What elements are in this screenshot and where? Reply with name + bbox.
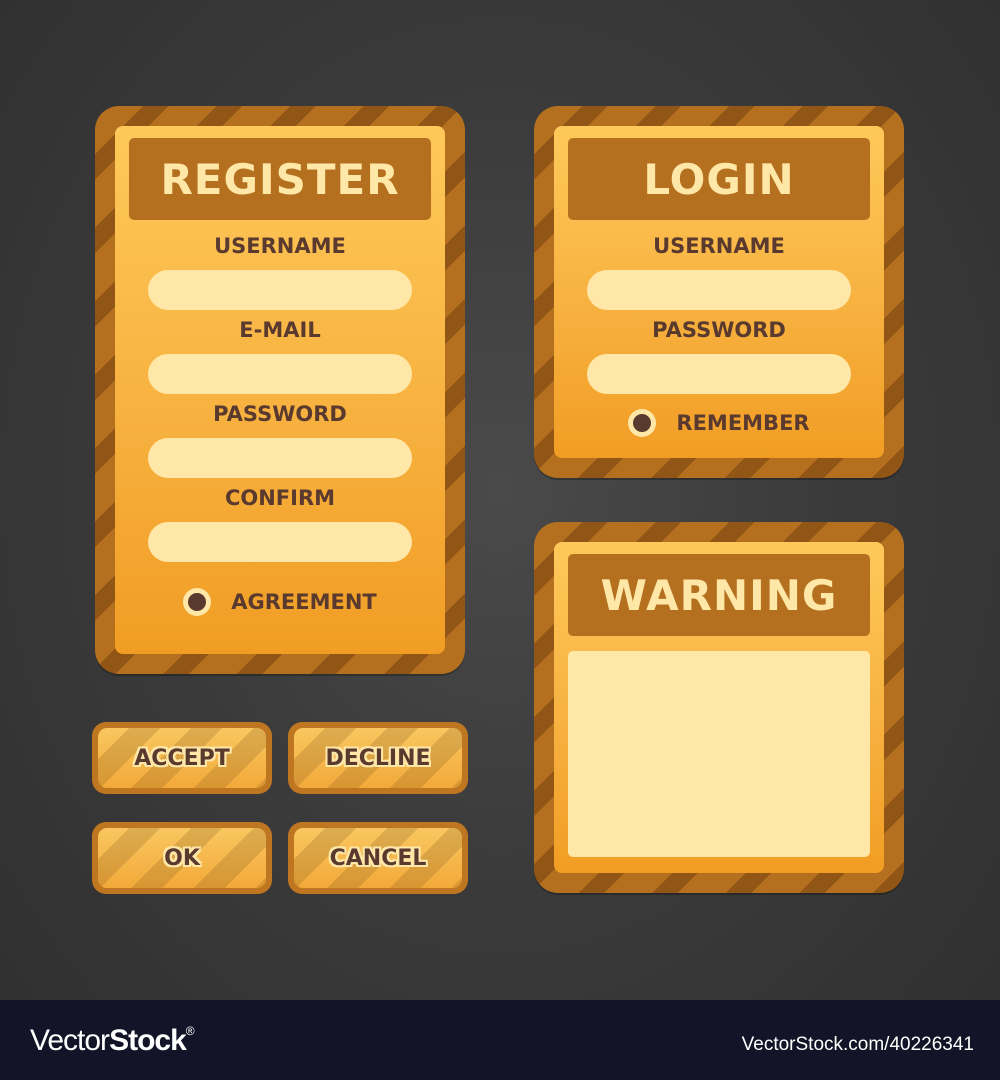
cancel-button[interactable]: CANCEL bbox=[288, 822, 468, 894]
image-url: VectorStock.com/40226341 bbox=[741, 1034, 974, 1055]
accept-button-face: ACCEPT bbox=[98, 728, 266, 788]
logo-light-text: Vector bbox=[30, 1024, 110, 1057]
watermark-footer: VectorStock® VectorStock.com/40226341 bbox=[0, 1000, 1000, 1080]
register-confirm-label: CONFIRM bbox=[224, 486, 336, 510]
login-panel-body: LOGIN USERNAME PASSWORD REMEMBER bbox=[554, 126, 884, 458]
ok-button[interactable]: OK bbox=[92, 822, 272, 894]
warning-title-bar: WARNING bbox=[568, 554, 870, 636]
agreement-radio[interactable] bbox=[183, 588, 212, 616]
login-title-bar: LOGIN bbox=[568, 138, 870, 220]
agreement-row: AGREEMENT bbox=[115, 588, 445, 616]
remember-radio[interactable] bbox=[628, 409, 657, 437]
ok-button-label: OK bbox=[164, 845, 200, 871]
remember-row: REMEMBER bbox=[554, 409, 884, 437]
register-username-input[interactable] bbox=[148, 270, 412, 310]
logo-bold-text: Stock bbox=[109, 1024, 187, 1057]
login-username-input[interactable] bbox=[587, 270, 851, 310]
register-panel: REGISTER USERNAME E-MAIL PASSWORD CONFIR… bbox=[95, 106, 465, 674]
register-panel-body: REGISTER USERNAME E-MAIL PASSWORD CONFIR… bbox=[115, 126, 445, 654]
registered-mark-icon: ® bbox=[185, 1024, 195, 1038]
cancel-button-label: CANCEL bbox=[329, 845, 427, 871]
login-password-label: PASSWORD bbox=[652, 318, 786, 342]
register-title-bar: REGISTER bbox=[129, 138, 431, 220]
warning-panel: WARNING bbox=[534, 522, 904, 893]
login-password-input[interactable] bbox=[587, 354, 851, 394]
login-title: LOGIN bbox=[643, 154, 795, 204]
register-confirm-input[interactable] bbox=[148, 522, 412, 562]
remember-label: REMEMBER bbox=[676, 411, 810, 435]
register-password-label: PASSWORD bbox=[213, 402, 347, 426]
warning-message-area bbox=[568, 651, 870, 857]
login-username-label: USERNAME bbox=[653, 234, 785, 258]
register-username-label: USERNAME bbox=[214, 234, 346, 258]
decline-button[interactable]: DECLINE bbox=[288, 722, 468, 794]
agreement-label: AGREEMENT bbox=[231, 590, 377, 614]
login-panel: LOGIN USERNAME PASSWORD REMEMBER bbox=[534, 106, 904, 478]
radio-dot-icon bbox=[188, 593, 207, 611]
accept-button-label: ACCEPT bbox=[134, 745, 230, 771]
vectorstock-logo: VectorStock® bbox=[30, 1024, 195, 1058]
register-password-input[interactable] bbox=[148, 438, 412, 478]
decline-button-face: DECLINE bbox=[294, 728, 462, 788]
radio-dot-icon bbox=[633, 414, 652, 432]
register-title: REGISTER bbox=[160, 154, 400, 204]
decline-button-label: DECLINE bbox=[325, 745, 431, 771]
ok-button-face: OK bbox=[98, 828, 266, 888]
register-email-label: E-MAIL bbox=[239, 318, 321, 342]
register-email-input[interactable] bbox=[148, 354, 412, 394]
cancel-button-face: CANCEL bbox=[294, 828, 462, 888]
warning-panel-body: WARNING bbox=[554, 542, 884, 873]
warning-title: WARNING bbox=[600, 570, 838, 620]
accept-button[interactable]: ACCEPT bbox=[92, 722, 272, 794]
